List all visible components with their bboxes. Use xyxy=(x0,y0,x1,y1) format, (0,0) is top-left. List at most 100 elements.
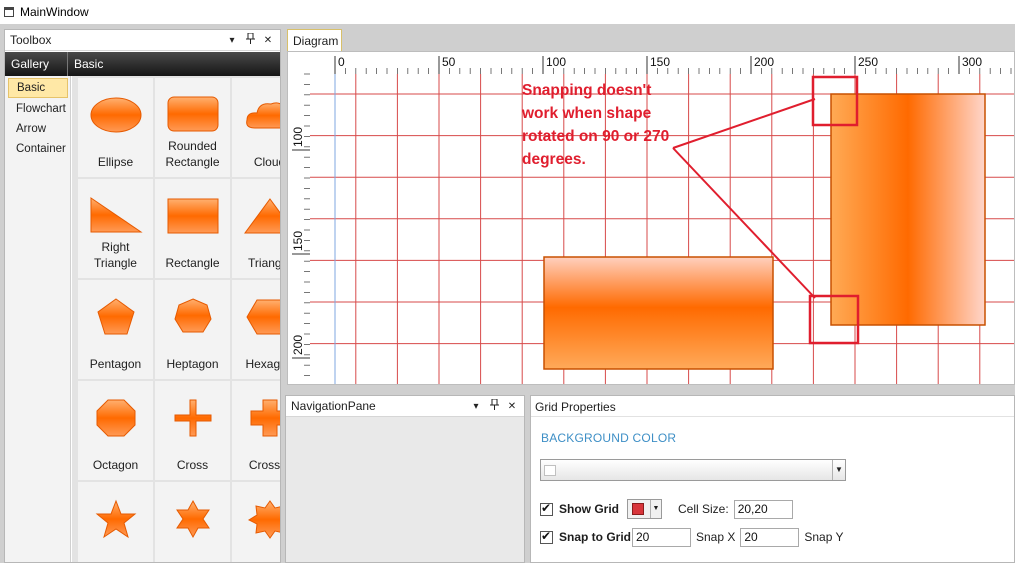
triangle-icon xyxy=(240,191,280,241)
gallery-header: Gallery xyxy=(5,52,68,76)
octagon-icon xyxy=(86,393,146,443)
shape-item-label: Rectangle xyxy=(165,256,220,270)
annotation-arrow-top xyxy=(672,98,816,149)
ruler-label: 50 xyxy=(442,55,456,69)
window-title: MainWindow xyxy=(20,5,89,19)
grid-properties-panel: Grid Properties BACKGROUND COLOR ▼ Show … xyxy=(530,395,1015,563)
ruler-label: 250 xyxy=(858,55,878,69)
toolbox-panel: Toolbox ▾ ✕ Gallery Basic Basic Flowchar… xyxy=(4,29,281,563)
pin-icon[interactable] xyxy=(487,398,501,413)
annotation-line-1: Snapping doesn't xyxy=(522,82,651,99)
category-arrow[interactable]: Arrow xyxy=(8,120,68,138)
dropdown-icon[interactable]: ▾ xyxy=(225,35,239,46)
ruler-label: 150 xyxy=(291,231,305,251)
toolbox-title: Toolbox xyxy=(10,33,52,47)
background-color-label: BACKGROUND COLOR xyxy=(541,431,677,445)
rotated-rectangle-shape[interactable] xyxy=(830,93,986,326)
background-color-swatch xyxy=(544,465,556,476)
shape-item-cross-2[interactable]: Cross 2 xyxy=(232,381,280,480)
shape-item-heptagon[interactable]: Heptagon xyxy=(155,280,230,379)
shape-item-label: Cloud xyxy=(253,155,280,169)
pin-icon[interactable] xyxy=(243,32,257,47)
category-list: Basic Flowchart Arrow Container xyxy=(5,76,71,562)
shape-item-hexagon[interactable]: Hexagon xyxy=(232,280,280,379)
cell-size-input[interactable] xyxy=(733,499,793,519)
tab-diagram[interactable]: Diagram xyxy=(287,29,342,51)
ruler-label: 200 xyxy=(291,335,305,355)
shape-item-star[interactable] xyxy=(78,482,153,562)
ruler-label: 100 xyxy=(546,55,566,69)
snap-x-input[interactable] xyxy=(632,527,691,547)
snap-y-label: Snap Y xyxy=(804,530,844,544)
navigation-pane: NavigationPane ▾ ✕ xyxy=(285,395,525,563)
grid-properties-title: Grid Properties xyxy=(531,396,1014,417)
ruler-label: 200 xyxy=(754,55,774,69)
cloud-icon xyxy=(240,90,280,140)
cross-icon xyxy=(163,393,223,443)
right-triangle-icon xyxy=(86,191,146,239)
rounded-rectangle-icon xyxy=(163,90,223,138)
window-titlebar: MainWindow xyxy=(0,0,1015,24)
grid-color-swatch xyxy=(632,503,644,515)
shape-item-label: Hexagon xyxy=(245,357,280,371)
rectangle-icon xyxy=(163,191,223,241)
shape-item-seven-point-star[interactable] xyxy=(232,482,280,562)
shape-item-rectangle[interactable]: Rectangle xyxy=(155,179,230,278)
shape-item-label: Triangle xyxy=(248,256,280,270)
six-point-star-icon xyxy=(163,494,223,544)
shape-item-label: Rounded Rectangle xyxy=(165,139,220,169)
shape-item-cross[interactable]: Cross xyxy=(155,381,230,480)
shape-item-label: Right Triangle xyxy=(94,240,137,270)
snap-to-grid-checkbox[interactable] xyxy=(540,529,553,544)
diagram-surface: 0 50 100 150 200 250 300 100 150 200 Snapping doe… xyxy=(288,52,1014,384)
shape-item-label: Pentagon xyxy=(89,357,142,371)
cell-size-label: Cell Size: xyxy=(678,502,729,516)
show-grid-checkbox[interactable] xyxy=(540,501,553,516)
shape-gallery: Ellipse Rounded Rectangle Cloud Right Tr… xyxy=(72,76,280,562)
shape-item-triangle[interactable]: Triangle xyxy=(232,179,280,278)
close-icon[interactable]: ✕ xyxy=(505,401,519,412)
cross-icon xyxy=(240,393,280,443)
shape-item-octagon[interactable]: Octagon xyxy=(78,381,153,480)
show-grid-row: Show Grid ▼ Cell Size: xyxy=(540,499,793,519)
toolbox-header: Toolbox ▾ ✕ xyxy=(5,30,280,51)
shape-item-label: Heptagon xyxy=(166,357,219,371)
ellipse-icon xyxy=(86,90,146,140)
shape-item-label: Cross 2 xyxy=(248,458,280,472)
ruler-label: 0 xyxy=(338,55,345,69)
background-color-picker[interactable]: ▼ xyxy=(540,459,846,481)
category-basic[interactable]: Basic xyxy=(8,78,68,98)
snap-x-label: Snap X xyxy=(696,530,736,544)
diagram-canvas[interactable]: 0 50 100 150 200 250 300 100 150 200 Snapping doe… xyxy=(287,51,1015,385)
close-icon[interactable]: ✕ xyxy=(261,35,275,46)
chevron-down-icon[interactable]: ▼ xyxy=(650,500,661,518)
basic-header: Basic xyxy=(74,57,104,71)
shape-item-cloud[interactable]: Cloud xyxy=(232,78,280,177)
chevron-down-icon[interactable]: ▼ xyxy=(832,460,845,480)
shape-item-ellipse[interactable]: Ellipse xyxy=(78,78,153,177)
navpane-title: NavigationPane xyxy=(291,399,376,413)
shape-item-pentagon[interactable]: Pentagon xyxy=(78,280,153,379)
snap-to-grid-row: Snap to Grid Snap X Snap Y xyxy=(540,527,849,547)
category-container[interactable]: Container xyxy=(8,140,68,158)
snap-y-input[interactable] xyxy=(740,527,800,547)
ruler-label: 100 xyxy=(291,127,305,147)
ruler-label: 150 xyxy=(650,55,670,69)
navpane-header: NavigationPane ▾ ✕ xyxy=(286,396,524,417)
seven-point-star-icon xyxy=(240,494,280,544)
grid-color-picker[interactable]: ▼ xyxy=(627,499,662,519)
shape-item-label: Ellipse xyxy=(97,155,134,169)
heptagon-icon xyxy=(163,292,223,342)
shape-item-label: Cross xyxy=(176,458,209,472)
annotation-line-3: rotated on 90 or 270 xyxy=(522,128,669,145)
category-flowchart[interactable]: Flowchart xyxy=(8,100,68,118)
star-icon xyxy=(86,494,146,544)
hexagon-icon xyxy=(240,292,280,342)
shape-item-rounded-rectangle[interactable]: Rounded Rectangle xyxy=(155,78,230,177)
dropdown-icon[interactable]: ▾ xyxy=(469,401,483,412)
app-window-icon xyxy=(4,7,14,17)
snap-to-grid-label: Snap to Grid xyxy=(559,530,631,544)
horizontal-rectangle-shape[interactable] xyxy=(543,256,774,370)
shape-item-right-triangle[interactable]: Right Triangle xyxy=(78,179,153,278)
shape-item-six-point-star[interactable] xyxy=(155,482,230,562)
